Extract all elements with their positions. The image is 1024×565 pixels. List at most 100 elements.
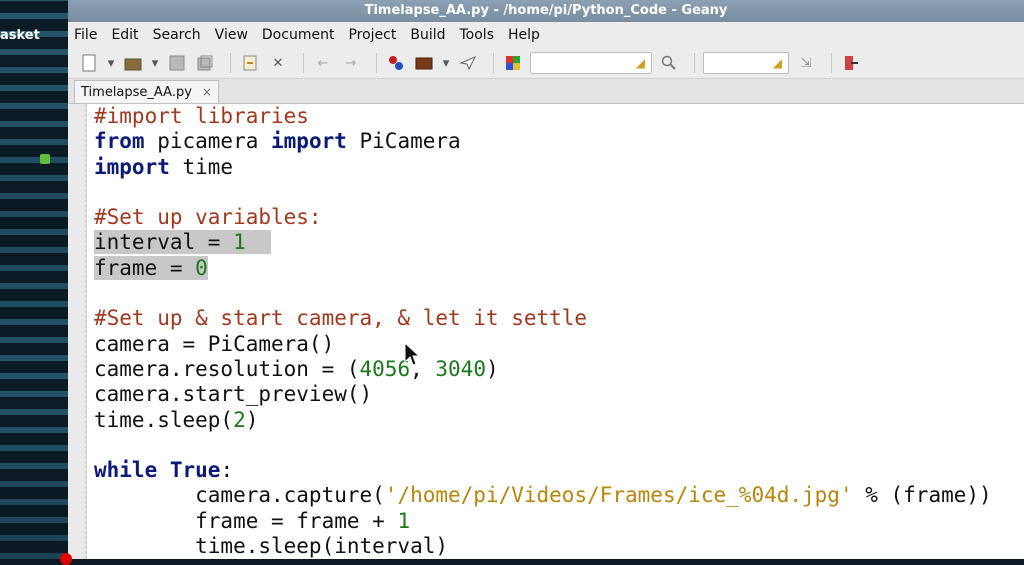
code-line-2: from picamera import PiCamera [94,129,992,154]
back-icon[interactable]: ← [312,52,334,74]
code-line-3: import time [94,155,992,180]
code-text: interval = [94,230,234,255]
code-line-10: camera = PiCamera() [94,332,992,357]
code-line-1: #import libraries [94,104,992,129]
menu-help[interactable]: Help [508,27,540,43]
keyword: from [94,129,145,154]
recording-marker [60,553,72,565]
close-icon[interactable]: ✕ [267,52,289,74]
selected-text: frame = 0 [94,255,208,280]
tab-label: Timelapse_AA.py [81,84,192,100]
code-line-16: camera.capture('/home/pi/Videos/Frames/i… [94,483,992,508]
code-line-13: time.sleep(2) [94,408,992,433]
menu-view[interactable]: View [215,27,248,43]
selected-text: interval = 1 [94,230,272,255]
code-text: camera = PiCamera() [94,331,335,356]
comment: #import libraries [94,104,309,128]
code-line-12: camera.start_preview() [94,382,992,407]
number: 4056 [359,356,411,381]
imported-name: PiCamera [346,129,461,154]
code-text: time.sleep(interval) [94,534,449,559]
toolbar-separator [694,53,695,73]
goto-line-input[interactable]: ◢ [703,52,789,74]
toolbar-separator [493,53,494,73]
code-line-6: interval = 1 [94,230,992,255]
code-text: time.sleep( [94,407,234,432]
color-chooser-icon[interactable] [502,52,524,74]
menu-tools[interactable]: Tools [460,27,495,43]
code-line-18: time.sleep(interval) [94,534,992,559]
menu-build[interactable]: Build [410,27,445,43]
number: 1 [233,230,246,255]
code-line-17: frame = frame + 1 [94,509,992,534]
code-line-7: frame = 0 [94,255,992,281]
code-lines: #import libraries from picamera import P… [94,104,992,559]
string-literal: '/home/pi/Videos/Frames/ice_%04d.jpg' [384,483,853,508]
mouse-pointer-icon [404,342,420,366]
code-text: % (frame)) [852,483,992,508]
open-file-dropdown-icon[interactable]: ▾ [150,52,160,74]
clear-goto-icon[interactable]: ◢ [773,56,782,70]
open-file-icon[interactable] [122,52,144,74]
menu-bar: File Edit Search View Document Project B… [68,22,1024,48]
forward-icon[interactable]: → [340,52,362,74]
comment: #Set up variables: [94,205,322,230]
desktop-icon-label[interactable]: asket [0,28,70,43]
jump-icon[interactable]: ⇲ [795,52,817,74]
code-line-15: while True: [94,458,992,483]
imported-name: time [169,154,234,179]
comment: #Set up & start camera, & let it settle [94,306,588,331]
menu-file[interactable]: File [74,27,97,43]
toolbar: ▾ ▾ ✕ ← → ▾ ◢ ◢ ⇲ [68,48,1024,79]
code-line-11: camera.resolution = (4056, 3040) [94,357,992,382]
code-text: frame = frame + [94,508,398,533]
toolbar-separator [230,53,231,73]
revert-icon[interactable] [239,52,261,74]
window-title[interactable]: Timelapse_AA.py - /home/pi/Python_Code -… [68,0,1024,22]
build-dropdown-icon[interactable]: ▾ [441,52,451,74]
search-input[interactable]: ◢ [530,52,652,74]
desktop-background: asket [0,0,70,559]
menu-search[interactable]: Search [153,27,201,43]
quit-icon[interactable] [840,52,862,74]
tab-close-icon[interactable]: × [202,85,212,99]
code-text: camera.resolution = ( [94,356,360,381]
keyword: True [169,458,221,483]
number: 1 [397,508,411,533]
find-icon[interactable] [658,52,680,74]
code-text: frame = [94,255,196,280]
build-icon[interactable] [413,52,435,74]
toolbar-separator [303,53,304,73]
code-text: camera.start_preview() [94,382,373,407]
fold-guide [85,104,87,559]
code-editor[interactable]: #import libraries from picamera import P… [68,104,1024,559]
clear-search-icon[interactable]: ◢ [636,56,645,70]
keyword: while [94,458,158,483]
new-file-icon[interactable] [78,52,100,74]
tab-timelapse[interactable]: Timelapse_AA.py × [74,80,219,103]
toolbar-separator [831,53,832,73]
keyword: import [271,129,347,154]
code-line-9: #Set up & start camera, & let it settle [94,306,992,331]
menu-document[interactable]: Document [262,27,335,43]
code-line-5: #Set up variables: [94,205,992,230]
code-text: camera.capture( [94,483,385,508]
number: 0 [195,255,208,280]
code-text: : [220,458,234,483]
menu-project[interactable]: Project [348,27,396,43]
menu-edit[interactable]: Edit [111,27,138,43]
keyword: import [94,154,170,179]
save-icon[interactable] [166,52,188,74]
code-text: ) [245,407,259,432]
save-all-icon[interactable] [194,52,216,74]
number: 2 [233,407,246,432]
run-icon[interactable] [457,52,479,74]
module-name: picamera [144,129,272,154]
compile-icon[interactable] [385,52,407,74]
new-file-dropdown-icon[interactable]: ▾ [106,52,116,74]
toolbar-separator [376,53,377,73]
desktop-indicator [40,154,50,164]
geany-window: Timelapse_AA.py - /home/pi/Python_Code -… [68,0,1024,559]
